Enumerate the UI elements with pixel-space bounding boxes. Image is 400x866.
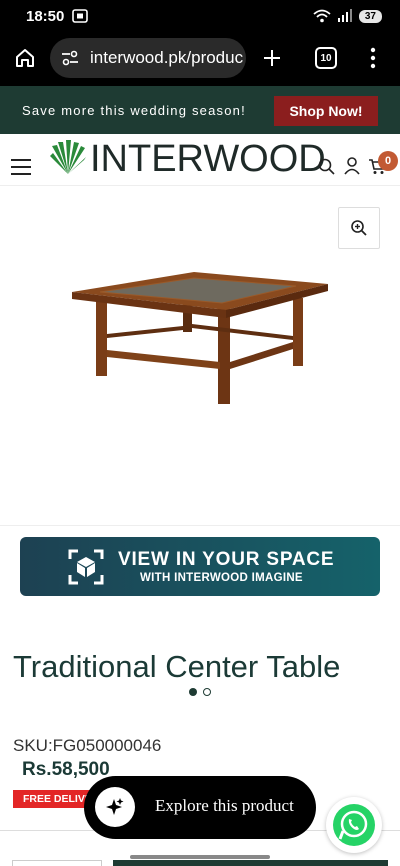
screen-record-icon [72,9,89,23]
account-icon[interactable] [344,157,360,175]
explore-product-button[interactable]: Explore this product [84,776,316,839]
signal-icon [337,9,352,22]
promo-text: Save more this wedding season! [22,102,246,118]
whatsapp-button[interactable] [326,797,382,853]
wifi-icon [313,9,331,23]
browser-toolbar: interwood.pk/produc 10 [0,32,400,86]
home-icon[interactable] [14,47,36,69]
menu-icon[interactable] [10,158,32,176]
zoom-button[interactable] [338,207,380,249]
sparkle-icon [95,787,135,827]
product-price: Rs.58,500 [22,759,110,780]
shop-now-button[interactable]: Shop Now! [274,96,378,126]
explore-label: Explore this product [155,796,294,815]
site-header: INTERWOOD [0,134,400,186]
view-in-space-subtitle: WITH INTERWOOD IMAGINE [140,572,303,584]
url-text: interwood.pk/produc [90,48,244,67]
battery-indicator: 37 [358,9,382,23]
product-title: Traditional Center Table [13,649,341,684]
status-icons: 37 [313,9,382,23]
status-time-group: 18:50 [26,7,89,25]
whatsapp-icon [333,804,375,846]
site-settings-icon[interactable] [60,50,82,66]
status-bar: 18:50 37 [0,0,400,32]
ar-cube-icon [68,549,104,585]
more-options-icon[interactable] [368,47,378,69]
zoom-in-icon [351,220,367,236]
promo-banner: Save more this wedding season! Shop Now! [0,86,400,134]
view-in-space-title: VIEW IN YOUR SPACE [118,549,335,570]
cart-count-badge: 0 [378,151,398,171]
status-time: 18:50 [26,7,65,25]
new-tab-icon[interactable] [262,48,282,68]
secondary-action-edge[interactable] [12,860,102,866]
product-image[interactable] [70,270,330,410]
logo-wordmark[interactable]: INTERWOOD [90,137,326,181]
url-bar[interactable]: interwood.pk/produc [50,38,246,78]
primary-action-edge[interactable] [113,860,388,866]
gallery-dot-2[interactable] [203,688,211,696]
home-indicator[interactable] [130,855,270,859]
gallery-dot-1[interactable] [189,688,197,696]
tab-switcher-button[interactable]: 10 [315,47,337,69]
logo-leaf-icon[interactable] [50,140,86,174]
view-in-space-button[interactable]: VIEW IN YOUR SPACE WITH INTERWOOD IMAGIN… [20,537,380,596]
product-sku: SKU:FG050000046 [13,736,162,755]
free-delivery-badge: FREE DELIVERY [13,790,93,808]
search-icon[interactable] [318,158,335,175]
